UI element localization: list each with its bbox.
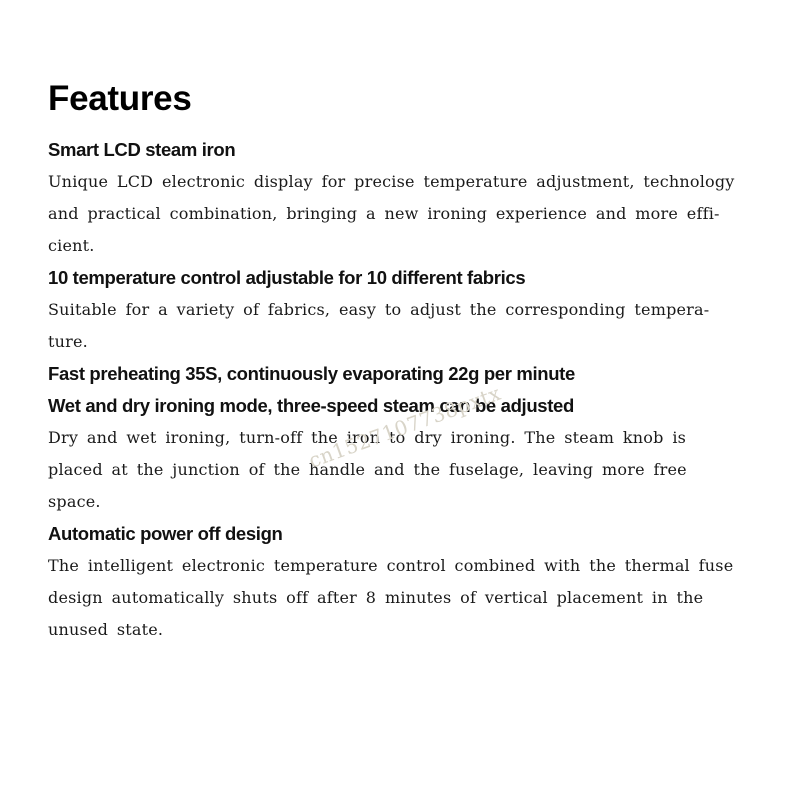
feature-section: Automatic power off design The intellige… xyxy=(48,518,762,646)
body-line: and practical combination, bringing a ne… xyxy=(48,204,720,223)
feature-section: 10 temperature control adjustable for 10… xyxy=(48,262,762,358)
feature-heading: Fast preheating 35S, continuously evapor… xyxy=(48,363,575,384)
product-feature-page: Features Smart LCD steam iron Unique LCD… xyxy=(0,0,800,800)
feature-section: Wet and dry ironing mode, three-speed st… xyxy=(48,390,762,518)
feature-heading: Smart LCD steam iron xyxy=(48,139,236,160)
body-line: cient. xyxy=(48,236,95,255)
feature-heading: 10 temperature control adjustable for 10… xyxy=(48,267,526,288)
feature-body: Unique LCD electronic display for precis… xyxy=(48,166,762,262)
feature-section: Fast preheating 35S, continuously evapor… xyxy=(48,358,762,390)
feature-section: Smart LCD steam iron Unique LCD electron… xyxy=(48,134,762,262)
feature-body: Dry and wet ironing, turn-off the iron t… xyxy=(48,422,762,518)
body-line: Unique LCD electronic display for precis… xyxy=(48,172,735,191)
body-line: The intelligent electronic temperature c… xyxy=(48,556,734,575)
page-title: Features xyxy=(48,79,192,118)
body-line: unused state. xyxy=(48,620,164,639)
feature-body: Suitable for a variety of fabrics, easy … xyxy=(48,294,762,358)
feature-content: Features Smart LCD steam iron Unique LCD… xyxy=(48,78,762,646)
feature-heading: Wet and dry ironing mode, three-speed st… xyxy=(48,395,574,416)
body-line: ture. xyxy=(48,332,88,351)
body-line: placed at the junction of the handle and… xyxy=(48,460,687,479)
body-line: Dry and wet ironing, turn-off the iron t… xyxy=(48,428,687,447)
body-line: Suitable for a variety of fabrics, easy … xyxy=(48,300,710,319)
feature-body: The intelligent electronic temperature c… xyxy=(48,550,762,646)
feature-heading: Automatic power off design xyxy=(48,523,283,544)
body-line: design automatically shuts off after 8 m… xyxy=(48,588,704,607)
body-line: space. xyxy=(48,492,101,511)
